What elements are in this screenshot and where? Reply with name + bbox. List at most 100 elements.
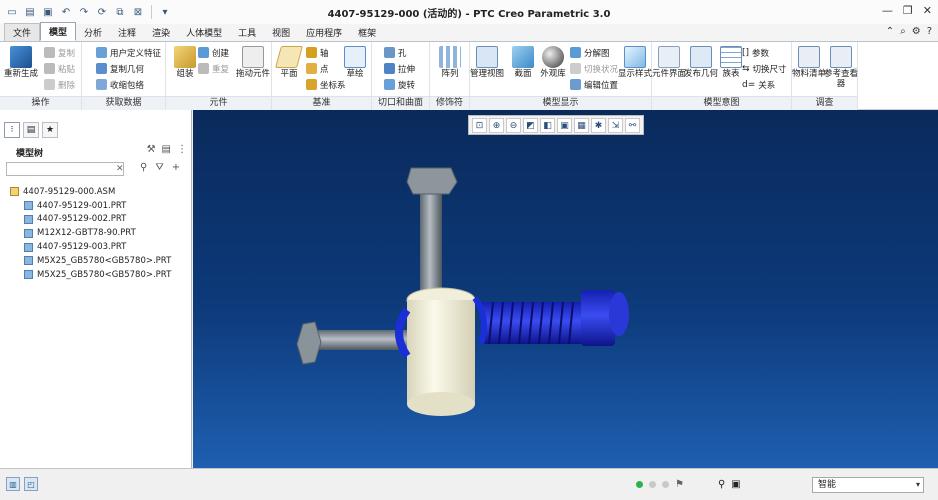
filter-icon[interactable]: ⛛ — [155, 162, 163, 173]
open-icon[interactable]: ▤ — [22, 4, 38, 20]
bom-button[interactable]: 物料清单 — [792, 46, 826, 79]
group-label[interactable]: 操作 — [0, 96, 81, 110]
windows-icon[interactable]: ⧉ — [112, 4, 128, 20]
assemble-button[interactable]: 组装 — [168, 46, 202, 79]
annotation-display-icon[interactable]: ⇲ — [608, 118, 623, 133]
display-style-button[interactable]: 显示样式 — [618, 46, 652, 79]
add-icon[interactable]: + — [172, 162, 180, 173]
refit-icon[interactable]: ⊡ — [472, 118, 487, 133]
minimize-icon[interactable]: — — [882, 4, 893, 17]
plane-button[interactable]: 平面 — [272, 46, 306, 79]
point-button[interactable]: 点 — [306, 62, 329, 75]
settings-icon[interactable]: ⚙ — [912, 26, 921, 37]
navigator-toggle-icon[interactable]: ▥ — [6, 477, 20, 491]
reference-viewer-button[interactable]: 参考查看器 — [824, 46, 858, 89]
paste-button[interactable]: 粘贴 — [44, 62, 75, 75]
tree-root[interactable]: 4407-95129-000.ASM — [10, 185, 171, 199]
collapse-ribbon-icon[interactable]: ⌃ — [886, 26, 894, 37]
spin-center-icon[interactable]: ⚯ — [625, 118, 640, 133]
revolve-button[interactable]: 旋转 — [384, 78, 415, 91]
tab-render[interactable]: 渲染 — [144, 23, 178, 41]
browser-toggle-icon[interactable]: ◰ — [24, 477, 38, 491]
component-interface-button[interactable]: 元件界面 — [652, 46, 686, 79]
switch-dimensions-button[interactable]: ⇆ 切换尺寸 — [742, 62, 787, 75]
tree-filter-icon[interactable]: ⋮ — [177, 144, 187, 155]
tab-file[interactable]: 文件 — [4, 23, 41, 41]
exploded-view-button[interactable]: 分解图 — [570, 46, 610, 59]
pattern-button[interactable]: 阵列 — [433, 46, 467, 79]
section-button[interactable]: 截面 — [506, 46, 540, 79]
model-tree-tab-icon[interactable]: ⁝ — [4, 122, 20, 138]
parameters-button[interactable]: [] 参数 — [742, 46, 769, 59]
tree-item[interactable]: 4407-95129-003.PRT — [10, 240, 171, 254]
group-label[interactable]: 调查 — [792, 96, 857, 110]
clear-search-icon[interactable]: ✕ — [116, 164, 124, 174]
selection-box-icon[interactable]: ▣ — [731, 479, 740, 490]
tree-item[interactable]: M12X12-GBT78-90.PRT — [10, 226, 171, 240]
tree-settings-icon[interactable]: ⚒ — [147, 144, 156, 155]
maximize-icon[interactable]: ❐ — [903, 4, 913, 17]
tree-item[interactable]: 4407-95129-002.PRT — [10, 213, 171, 227]
save-icon[interactable]: ▣ — [40, 4, 56, 20]
graphics-window[interactable] — [193, 110, 938, 468]
group-label[interactable]: 元件 — [166, 96, 271, 110]
relations-button[interactable]: d= 关系 — [742, 78, 775, 91]
tree-item[interactable]: M5X25_GB5780<GB5780>.PRT — [10, 254, 171, 268]
tree-item[interactable]: 4407-95129-001.PRT — [10, 199, 171, 213]
folder-browser-tab-icon[interactable]: ▤ — [23, 122, 39, 138]
zoom-in-icon[interactable]: ⊕ — [489, 118, 504, 133]
group-label[interactable]: 模型显示 — [470, 96, 651, 110]
group-label[interactable]: 修饰符 — [430, 96, 469, 110]
copy-button[interactable]: 复制 — [44, 46, 75, 59]
toggle-status-button[interactable]: 切换状况 — [570, 62, 618, 75]
find-binoculars-icon[interactable]: ⚲ — [718, 479, 725, 490]
regenerate-icon[interactable]: ⟳ — [94, 4, 110, 20]
group-label[interactable]: 切口和曲面 — [372, 96, 429, 110]
regenerate-button[interactable]: 重新生成 — [4, 46, 38, 79]
selection-filter-dropdown[interactable]: 智能 ▾ — [812, 477, 924, 493]
manage-views-button[interactable]: 管理视图 — [470, 46, 504, 79]
favorites-tab-icon[interactable]: ★ — [42, 122, 58, 138]
create-button[interactable]: 创建 — [198, 46, 229, 59]
new-icon[interactable]: ▭ — [4, 4, 20, 20]
delete-button[interactable]: 删除 — [44, 78, 75, 91]
display-style-icon[interactable]: ◧ — [540, 118, 555, 133]
drag-component-button[interactable]: 拖动元件 — [236, 46, 270, 79]
search-icon[interactable]: ⌕ — [900, 26, 906, 37]
axis-button[interactable]: 轴 — [306, 46, 329, 59]
group-label[interactable]: 获取数据 — [82, 96, 165, 110]
extrude-button[interactable]: 拉伸 — [384, 62, 415, 75]
appearance-gallery-button[interactable]: 外观库 — [536, 46, 570, 79]
group-label[interactable]: 基准 — [272, 96, 371, 110]
tab-annotate[interactable]: 注释 — [110, 23, 144, 41]
copy-geometry-button[interactable]: 复制几何 — [96, 62, 144, 75]
close-window-icon[interactable]: ⊠ — [130, 4, 146, 20]
assembly-model[interactable] — [193, 110, 938, 468]
tab-manikin[interactable]: 人体模型 — [178, 23, 230, 41]
tab-view[interactable]: 视图 — [264, 23, 298, 41]
tab-model[interactable]: 模型 — [40, 22, 77, 41]
zoom-out-icon[interactable]: ⊖ — [506, 118, 521, 133]
tab-tools[interactable]: 工具 — [230, 23, 264, 41]
hole-button[interactable]: 孔 — [384, 46, 407, 59]
shrinkwrap-button[interactable]: 收缩包络 — [96, 78, 144, 91]
more-icon[interactable]: ▾ — [157, 4, 173, 20]
undo-icon[interactable]: ↶ — [58, 4, 74, 20]
tab-analysis[interactable]: 分析 — [76, 23, 110, 41]
saved-views-icon[interactable]: ▣ — [557, 118, 572, 133]
udf-button[interactable]: 用户定义特征 — [96, 46, 161, 59]
flag-icon[interactable]: ⚑ — [675, 479, 684, 490]
repeat-button[interactable]: 重复 — [198, 62, 229, 75]
tree-display-icon[interactable]: ▤ — [162, 144, 171, 155]
tree-item[interactable]: M5X25_GB5780<GB5780>.PRT — [10, 268, 171, 282]
close-icon[interactable]: ✕ — [923, 4, 932, 17]
view-manager-icon[interactable]: ▦ — [574, 118, 589, 133]
help-icon[interactable]: ? — [927, 26, 932, 37]
tab-applications[interactable]: 应用程序 — [298, 23, 350, 41]
publish-geometry-button[interactable]: 发布几何 — [684, 46, 718, 79]
repaint-icon[interactable]: ◩ — [523, 118, 538, 133]
redo-icon[interactable]: ↷ — [76, 4, 92, 20]
group-label[interactable]: 模型意图 — [652, 96, 791, 110]
edit-position-button[interactable]: 编辑位置 — [570, 78, 618, 91]
tab-framework[interactable]: 框架 — [350, 23, 384, 41]
